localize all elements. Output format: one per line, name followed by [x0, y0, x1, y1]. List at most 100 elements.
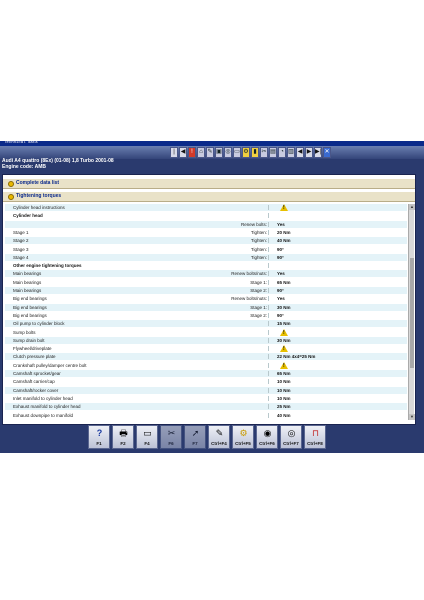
- list-item[interactable]: Crankshaft pulley/damper centre bolt: [5, 361, 407, 369]
- print-icon: 🖶: [119, 428, 128, 438]
- engine-icon[interactable]: ⚙: [242, 147, 250, 158]
- next-icon[interactable]: ▶: [305, 147, 313, 158]
- column-divider: [268, 254, 269, 260]
- function-key-ctrl-f6[interactable]: ◉ Ctrl+F6: [256, 425, 278, 449]
- column-divider: [268, 221, 269, 227]
- gauge-icon[interactable]: ◔: [278, 147, 286, 158]
- list-item[interactable]: Cylinder head: [5, 212, 407, 220]
- list-item[interactable]: Big end bearings Stage 2: 90°: [5, 311, 407, 319]
- wheel-icon[interactable]: ◎: [224, 147, 232, 158]
- function-key-f6[interactable]: ✂ F6: [160, 425, 182, 449]
- function-key-label: Ctrl+F6: [259, 441, 275, 446]
- function-key-ctrl-f8[interactable]: ⊓ Ctrl+F8: [304, 425, 326, 449]
- last-icon[interactable]: ▶|: [314, 147, 322, 158]
- warning-icon[interactable]: !: [188, 147, 196, 158]
- scroll-up-icon[interactable]: ▲: [409, 204, 415, 210]
- item-value: Yes: [277, 296, 285, 302]
- camera-icon[interactable]: ▣: [215, 147, 223, 158]
- function-key-f7[interactable]: ➚ F7: [184, 425, 206, 449]
- warning-icon[interactable]: [280, 204, 288, 211]
- list-item[interactable]: Stage 2 Tighten: 40 Nm: [5, 237, 407, 245]
- prev2-icon[interactable]: ◀: [296, 147, 304, 158]
- item-label: Sump bolts: [13, 329, 36, 335]
- item-label: Main bearings: [13, 288, 42, 293]
- item-value: Yes: [277, 271, 285, 277]
- print-icon[interactable]: ▥: [287, 147, 295, 158]
- screen-icon: ▭: [143, 428, 152, 438]
- column-divider: [268, 205, 269, 210]
- column-divider: [268, 288, 269, 293]
- list-item[interactable]: Inlet manifold to cylinder head 10 Nm: [5, 394, 407, 402]
- list-item[interactable]: Cylinder head instructions: [5, 204, 407, 211]
- list-item[interactable]: Exhaust manifold to cylinder head 25 Nm: [5, 403, 407, 411]
- section-complete-data-list[interactable]: Complete data list: [3, 179, 415, 189]
- tyre-icon: ◎: [287, 428, 296, 438]
- note-icon[interactable]: ✎: [206, 147, 214, 158]
- list-item[interactable]: Renew bolts: Yes: [5, 220, 407, 228]
- list-item[interactable]: Main bearings Renew bolts/nuts: Yes: [5, 270, 407, 278]
- function-key-f1[interactable]: ? F1: [88, 425, 110, 449]
- function-key-ctrl-f7[interactable]: ◎ Ctrl+F7: [280, 425, 302, 449]
- section-label: Tightening torques: [16, 193, 62, 199]
- car-icon[interactable]: ▭: [233, 147, 241, 158]
- vertical-scrollbar[interactable]: ▲ ▼: [408, 204, 415, 420]
- list-item[interactable]: Oil pump to cylinder block 15 Nm: [5, 320, 407, 328]
- scroll-thumb[interactable]: [410, 258, 414, 368]
- column-divider: [268, 412, 269, 418]
- column-divider: [268, 346, 269, 352]
- circle-icon: ◉: [263, 428, 272, 438]
- item-value: 40 Nm: [277, 412, 291, 418]
- list-item[interactable]: Exhaust downpipe to manifold 40 Nm: [5, 411, 407, 419]
- function-key-ctrl-f5[interactable]: ⚙ Ctrl+F5: [232, 425, 254, 449]
- list-item[interactable]: Stage 1 Tighten: 20 Nm: [5, 228, 407, 236]
- list-item[interactable]: Big end bearings Renew bolts/nuts: Yes: [5, 295, 407, 303]
- column-divider: [268, 362, 269, 368]
- warning-icon[interactable]: [280, 328, 288, 336]
- item-value: 25 Nm: [277, 404, 291, 410]
- list-item[interactable]: Stage 3 Tighten: 90°: [5, 245, 407, 253]
- list-item[interactable]: Sump bolts: [5, 328, 407, 336]
- item-value: 20 Nm: [277, 229, 291, 235]
- list-item[interactable]: Camshaft/rocker cover 10 Nm: [5, 386, 407, 394]
- list-item[interactable]: Clutch pressure plate 22 Nm 4x4=25 Nm: [5, 353, 407, 361]
- function-key-label: F4: [144, 441, 150, 446]
- tool-icon[interactable]: ✂: [260, 147, 268, 158]
- function-key-label: Ctrl+F5: [235, 441, 251, 446]
- list-item[interactable]: Main bearings Stage 2: 90°: [5, 287, 407, 294]
- first-icon[interactable]: |◀: [170, 147, 178, 158]
- function-key-f4[interactable]: ▭ F4: [136, 425, 158, 449]
- list-item[interactable]: Flywheel/driveplate: [5, 345, 407, 353]
- function-key-label: F6: [168, 441, 174, 446]
- function-key-label: F7: [192, 441, 198, 446]
- list-item[interactable]: Stage 4 Tighten: 90°: [5, 253, 407, 261]
- window-title: Technical data: [4, 141, 38, 145]
- column-divider: [268, 263, 269, 269]
- application-window: Technical data |◀◀!⌂✎▣◎▭⚙▮✂▤◔▥◀▶▶|✕ Audi…: [0, 141, 424, 453]
- warning-icon[interactable]: [280, 361, 288, 369]
- expand-icon: [8, 194, 14, 200]
- item-label: Inlet manifold to cylinder head: [13, 395, 73, 401]
- fuel-icon[interactable]: ▮: [251, 147, 259, 158]
- list-item[interactable]: Camshaft carrier/cap 10 Nm: [5, 378, 407, 386]
- prev-icon[interactable]: ◀: [179, 147, 187, 158]
- exit-icon[interactable]: ✕: [323, 147, 331, 158]
- warning-icon[interactable]: [280, 345, 288, 353]
- list-item[interactable]: Sump drain bolt 30 Nm: [5, 336, 407, 344]
- vehicle-info: Audi A4 quattro (8Ex) (01-08) 1,8 Turbo …: [2, 158, 114, 170]
- item-qualifier: Stage 2:: [250, 288, 267, 293]
- column-divider: [268, 238, 269, 244]
- item-value: 10 Nm: [277, 395, 291, 401]
- item-qualifier: Tighten:: [250, 254, 267, 260]
- item-value: 30 Nm: [277, 337, 291, 343]
- list-item[interactable]: Big end bearings Stage 1: 30 Nm: [5, 303, 407, 311]
- home-icon[interactable]: ⌂: [197, 147, 205, 158]
- list-item[interactable]: Camshaft sprocket/gear 65 Nm: [5, 370, 407, 377]
- chart-icon[interactable]: ▤: [269, 147, 277, 158]
- section-tightening-torques[interactable]: Tightening torques: [3, 192, 415, 202]
- list-item[interactable]: Other engine tightening torques: [5, 262, 407, 270]
- column-divider: [268, 271, 269, 277]
- list-item[interactable]: Main bearings Stage 1: 65 Nm: [5, 278, 407, 286]
- scroll-down-icon[interactable]: ▼: [409, 414, 415, 420]
- function-key-ctrl-f4[interactable]: ✎ Ctrl+F4: [208, 425, 230, 449]
- function-key-f2[interactable]: 🖶 F2: [112, 425, 134, 449]
